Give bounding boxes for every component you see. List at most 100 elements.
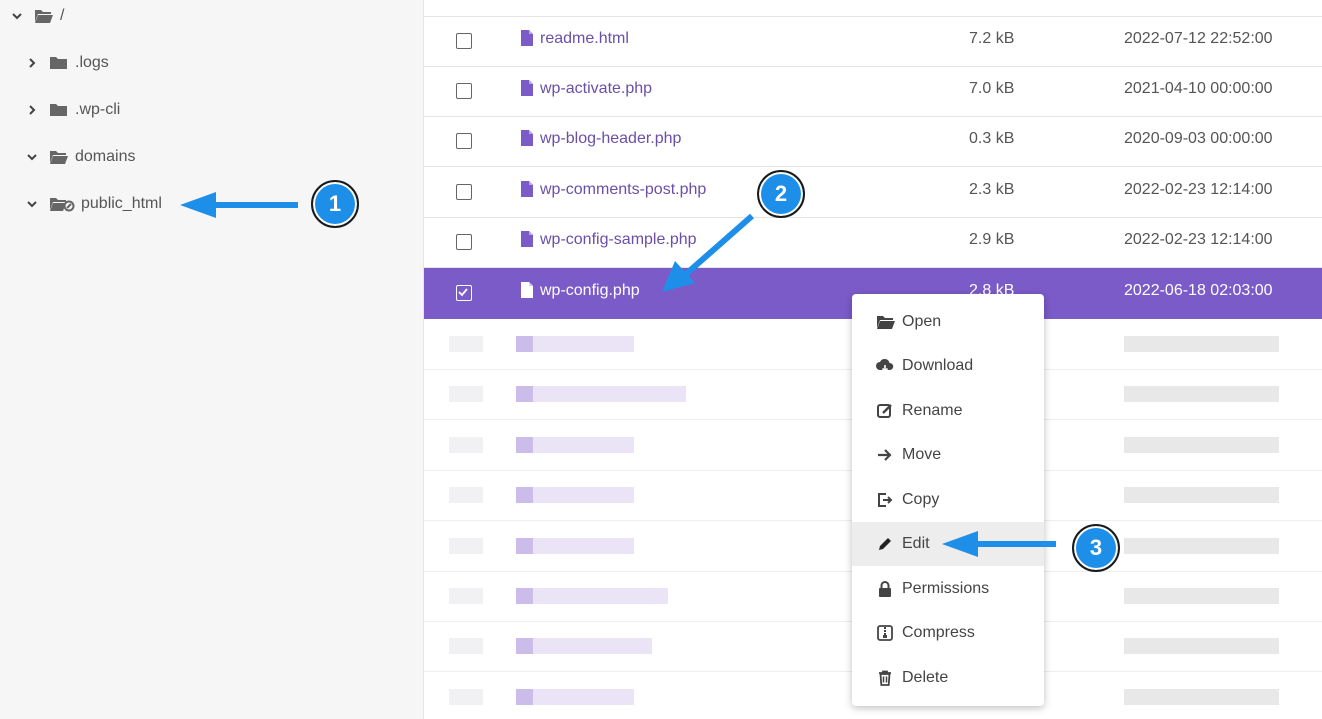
file-size: 0.3 kB	[969, 130, 1015, 147]
menu-item-label: Edit	[902, 535, 930, 552]
tree-item-label: public_html	[81, 195, 162, 212]
menu-item-delete[interactable]: Delete	[852, 656, 1044, 700]
folder-tree-sidebar: / .logs .wp-cli domains public_html	[0, 0, 424, 719]
table-row[interactable]: wp-blog-header.php 0.3 kB 2020-09-03 00:…	[424, 116, 1322, 167]
file-size: 7.0 kB	[969, 80, 1015, 97]
menu-item-label: Download	[902, 357, 974, 374]
blurred-block	[449, 487, 483, 504]
folder-icon	[49, 55, 69, 71]
row-checkbox-checked[interactable]	[456, 285, 472, 301]
menu-item-copy[interactable]: Copy	[852, 478, 1044, 522]
file-date: 2022-02-23 12:14:00	[1124, 231, 1273, 248]
blurred-block	[516, 588, 533, 604]
folder-link-icon	[49, 196, 75, 212]
blurred-block	[516, 386, 686, 403]
blurred-block	[1124, 588, 1279, 604]
menu-item-download[interactable]: Download	[852, 344, 1044, 388]
chevron-right-icon[interactable]	[25, 103, 39, 117]
blurred-block	[449, 588, 483, 604]
row-checkbox[interactable]	[456, 83, 472, 99]
menu-item-compress[interactable]: Compress	[852, 611, 1044, 655]
menu-item-move[interactable]: Move	[852, 433, 1044, 477]
blurred-block	[516, 336, 634, 352]
file-date: 2022-06-18 02:03:00	[1124, 282, 1273, 299]
chevron-down-icon[interactable]	[25, 197, 39, 211]
blurred-block	[449, 537, 483, 554]
blurred-block	[1124, 336, 1279, 352]
blurred-block	[516, 487, 533, 504]
chevron-right-icon[interactable]	[25, 56, 39, 70]
file-name[interactable]: wp-blog-header.php	[540, 130, 681, 148]
file-name[interactable]: wp-activate.php	[540, 80, 652, 98]
file-icon	[521, 30, 533, 46]
blurred-block	[449, 638, 483, 655]
tree-item-logs[interactable]: .logs	[25, 51, 109, 75]
table-row[interactable]: readme.html 7.2 kB 2022-07-12 22:52:00	[424, 16, 1322, 67]
row-checkbox[interactable]	[456, 234, 472, 250]
menu-item-rename[interactable]: Rename	[852, 389, 1044, 433]
menu-item-label: Rename	[902, 402, 963, 419]
archive-icon	[876, 624, 894, 642]
blurred-block	[516, 688, 533, 705]
annotation-arrow-3	[942, 531, 1056, 557]
file-icon	[521, 130, 533, 146]
context-menu: Open Download Rename Move Copy Edit Perm…	[852, 294, 1044, 706]
rename-icon	[876, 402, 894, 420]
blurred-block	[516, 436, 533, 453]
file-date: 2022-07-12 22:52:00	[1124, 30, 1273, 47]
menu-item-open[interactable]: Open	[852, 300, 1044, 344]
folder-icon	[49, 102, 69, 118]
menu-item-permissions[interactable]: Permissions	[852, 567, 1044, 611]
blurred-block	[516, 336, 533, 352]
menu-item-label: Move	[902, 446, 942, 463]
file-date: 2021-04-10 00:00:00	[1124, 80, 1273, 97]
blurred-block	[516, 386, 533, 403]
blurred-block	[516, 487, 634, 504]
tree-item-label: .logs	[75, 54, 109, 71]
tree-item-domains[interactable]: domains	[25, 145, 135, 169]
file-icon	[521, 181, 533, 197]
tree-item-wp-cli[interactable]: .wp-cli	[25, 98, 120, 122]
annotation-badge-3: 3	[1072, 524, 1120, 572]
folder-open-icon	[876, 313, 895, 331]
row-checkbox[interactable]	[456, 133, 472, 149]
tree-item-root[interactable]: /	[10, 4, 64, 28]
blurred-block	[516, 436, 634, 453]
blurred-block	[449, 688, 483, 705]
row-checkbox[interactable]	[456, 33, 472, 49]
tree-item-label: .wp-cli	[75, 101, 121, 118]
folder-open-icon	[49, 149, 69, 165]
file-name[interactable]: wp-comments-post.php	[540, 181, 706, 199]
tree-item-public-html[interactable]: public_html	[25, 192, 162, 216]
blurred-block	[1124, 386, 1279, 403]
blurred-block	[449, 336, 483, 352]
file-size: 7.2 kB	[969, 30, 1015, 47]
annotation-badge-1: 1	[311, 180, 359, 228]
blurred-block	[449, 386, 483, 403]
table-row[interactable]: wp-activate.php 7.0 kB 2021-04-10 00:00:…	[424, 66, 1322, 117]
file-name[interactable]: readme.html	[540, 30, 629, 48]
file-name[interactable]: wp-config.php	[540, 282, 640, 300]
cloud-download-icon	[876, 357, 894, 375]
file-size: 2.3 kB	[969, 181, 1015, 198]
menu-item-label: Open	[902, 313, 942, 330]
blurred-block	[1124, 487, 1279, 504]
table-row[interactable]: wp-comments-post.php 2.3 kB 2022-02-23 1…	[424, 167, 1322, 218]
folder-open-icon	[34, 8, 54, 24]
blurred-block	[516, 638, 533, 655]
blurred-block	[1124, 638, 1279, 655]
chevron-down-icon[interactable]	[25, 150, 39, 164]
tree-item-label: domains	[75, 148, 136, 165]
chevron-down-icon[interactable]	[10, 9, 24, 23]
menu-item-label: Compress	[902, 624, 975, 641]
row-checkbox[interactable]	[456, 184, 472, 200]
pencil-icon	[876, 535, 894, 553]
blurred-block	[516, 688, 634, 705]
file-icon	[521, 231, 533, 247]
trash-icon	[876, 669, 894, 687]
file-name[interactable]: wp-config-sample.php	[540, 231, 697, 249]
table-row[interactable]: wp-config-sample.php 2.9 kB 2022-02-23 1…	[424, 217, 1322, 268]
lock-icon	[876, 580, 894, 598]
blurred-block	[1124, 436, 1279, 453]
blurred-block	[516, 537, 533, 554]
